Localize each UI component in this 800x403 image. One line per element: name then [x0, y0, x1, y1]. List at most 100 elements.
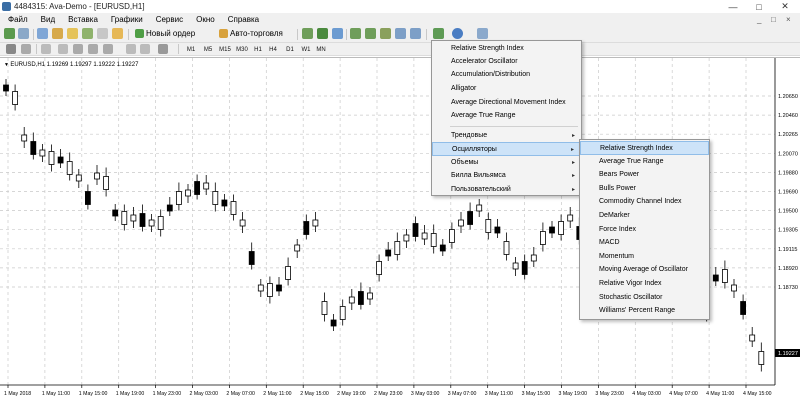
terminal-icon[interactable] [82, 28, 93, 39]
text-label-icon[interactable] [140, 44, 150, 54]
indicator-item[interactable]: Accelerator Oscillator [432, 55, 581, 68]
candle-body [485, 219, 492, 233]
trendline-icon[interactable] [73, 44, 83, 54]
navigator-icon[interactable] [67, 28, 78, 39]
oscillator-macd[interactable]: MACD [580, 236, 709, 249]
new-chart-icon[interactable] [4, 28, 15, 39]
menu-view[interactable]: Вид [35, 15, 62, 24]
cursor-icon[interactable] [6, 44, 16, 54]
indicators-icon[interactable] [433, 28, 444, 39]
oscillator-osma[interactable]: Moving Average of Oscillator [580, 263, 709, 276]
maximize-button[interactable]: □ [746, 0, 772, 13]
indicator-item[interactable]: Average Directional Movement Index [432, 96, 581, 109]
oscillator-force-index[interactable]: Force Index [580, 223, 709, 236]
zoom-in-icon[interactable] [350, 28, 361, 39]
doc-minimize-button[interactable]: _ [757, 13, 761, 26]
text-icon[interactable] [126, 44, 136, 54]
time-tick-label: 2 May 11:00 [263, 391, 291, 397]
candle-body [203, 182, 210, 190]
new-order-button[interactable]: Новый ордер [135, 29, 195, 38]
timeframe-d1[interactable]: D1 [283, 44, 297, 55]
candle-body [494, 226, 501, 234]
indicator-item[interactable]: Average True Range [432, 109, 581, 122]
bar-chart-icon[interactable] [302, 28, 313, 39]
timeframe-h4[interactable]: H4 [266, 44, 280, 55]
oscillator-stochastic[interactable]: Stochastic Oscillator [580, 291, 709, 304]
periods-icon[interactable] [452, 28, 463, 39]
price-tick-label: 1.19115 [778, 247, 797, 253]
group-label: Трендовые [451, 132, 488, 139]
templates-icon[interactable] [477, 28, 488, 39]
timeframe-m5[interactable]: M5 [200, 44, 216, 55]
time-tick-label: 1 May 11:00 [42, 391, 70, 397]
price-tick-label: 1.19500 [778, 209, 798, 215]
tile-windows-icon[interactable] [380, 28, 391, 39]
market-watch-icon[interactable] [37, 28, 48, 39]
line-chart-icon[interactable] [332, 28, 343, 39]
menu-charts[interactable]: Графики [105, 15, 150, 24]
timeframe-m15[interactable]: M15 [216, 44, 234, 55]
autotrading-button[interactable]: Авто-торговля [219, 29, 283, 38]
oscillator-williams-r[interactable]: Williams' Percent Range [580, 304, 709, 317]
symbol-info: ▼ EURUSD,H1 1.19269 1.19297 1.19222 1.19… [4, 62, 138, 68]
candle-body [248, 251, 255, 265]
profiles-icon[interactable] [18, 28, 29, 39]
crosshair-icon[interactable] [21, 44, 31, 54]
oscillator-rsi[interactable]: Relative Strength Index [580, 141, 709, 155]
oscillator-cci[interactable]: Commodity Channel Index [580, 195, 709, 208]
menu-window[interactable]: Окно [190, 15, 222, 24]
equidistant-channel-icon[interactable] [88, 44, 98, 54]
title-bar: 4484315: Ava-Demo - [EURUSD,H1] — □ ✕ [0, 0, 800, 13]
group-bill-williams[interactable]: Билла Вильямса ▸ [432, 169, 581, 182]
candlestick-chart-icon[interactable] [317, 28, 328, 39]
menu-file[interactable]: Файл [2, 15, 35, 24]
fibonacci-icon[interactable] [103, 44, 113, 54]
vertical-line-icon[interactable] [41, 44, 51, 54]
oscillator-demarker[interactable]: DeMarker [580, 209, 709, 222]
metaeditor-icon[interactable] [112, 28, 123, 39]
group-oscillators[interactable]: Осцилляторы ▸ [432, 142, 581, 156]
tester-icon[interactable] [97, 28, 108, 39]
close-button[interactable]: ✕ [772, 0, 798, 13]
timeframe-h1[interactable]: H1 [251, 44, 265, 55]
group-volumes[interactable]: Объемы ▸ [432, 156, 581, 169]
zoom-out-icon[interactable] [365, 28, 376, 39]
doc-restore-button[interactable]: □ [771, 13, 776, 26]
submenu-arrow-icon: ▸ [571, 187, 575, 193]
group-label: Осцилляторы [452, 145, 497, 153]
oscillator-bulls-power[interactable]: Bulls Power [580, 182, 709, 195]
timeframe-m1[interactable]: M1 [183, 44, 199, 55]
candle-body [503, 241, 510, 255]
data-window-icon[interactable] [52, 28, 63, 39]
time-tick-label: 3 May 23:00 [595, 391, 624, 397]
menu-help[interactable]: Справка [222, 15, 266, 24]
autoscroll-icon[interactable] [410, 28, 421, 39]
timeframe-w1[interactable]: W1 [299, 44, 313, 55]
horizontal-line-icon[interactable] [58, 44, 68, 54]
price-tick-label: 1.20070 [778, 151, 798, 157]
menu-insert[interactable]: Вставка [62, 15, 105, 24]
indicator-item[interactable]: Accumulation/Distribution [432, 68, 581, 81]
oscillator-atr[interactable]: Average True Range [580, 155, 709, 168]
group-custom[interactable]: Пользовательский ▸ [432, 183, 581, 196]
timeframe-mn[interactable]: MN [314, 44, 328, 55]
candle-body [430, 233, 437, 247]
oscillators-submenu: Relative Strength Index Average True Ran… [579, 139, 710, 320]
doc-close-button[interactable]: × [786, 13, 791, 26]
menu-bar: Файл Вид Вставка Графики Сервис Окно Спр… [0, 13, 800, 26]
timeframe-m30[interactable]: M30 [233, 44, 251, 55]
arrows-icon[interactable] [158, 44, 168, 54]
oscillator-bears-power[interactable]: Bears Power [580, 168, 709, 181]
candle-body [276, 284, 282, 292]
candle-body [376, 261, 383, 275]
chart-shift-icon[interactable] [395, 28, 406, 39]
indicator-item[interactable]: Relative Strength Index [432, 42, 581, 55]
oscillator-rvi[interactable]: Relative Vigor Index [580, 277, 709, 290]
group-trend[interactable]: Трендовые ▸ [432, 129, 581, 142]
indicator-item[interactable]: Alligator [432, 82, 581, 95]
candle-body [558, 221, 564, 235]
oscillator-momentum[interactable]: Momentum [580, 250, 709, 263]
menu-tools[interactable]: Сервис [150, 15, 190, 24]
minimize-button[interactable]: — [720, 0, 746, 13]
candle-body [112, 209, 119, 217]
